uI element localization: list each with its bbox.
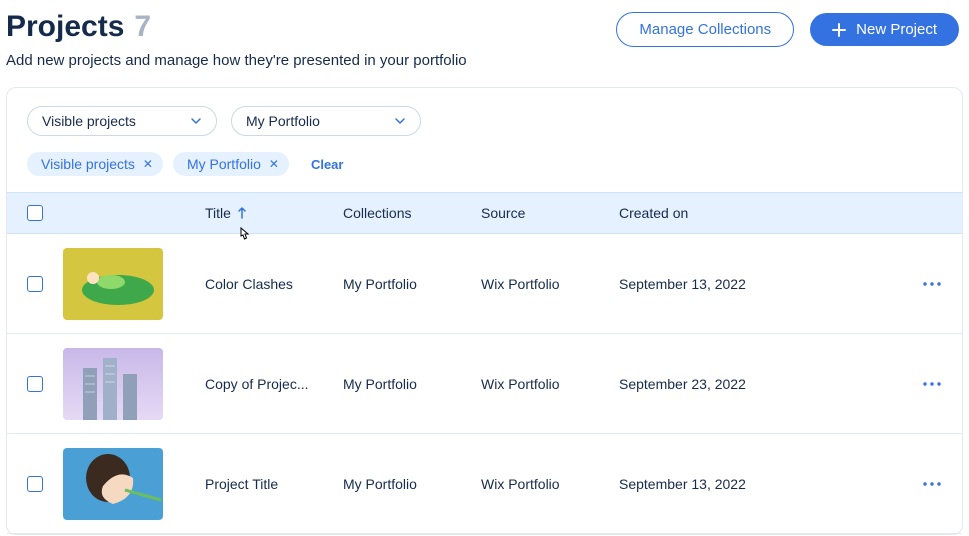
manage-collections-label: Manage Collections xyxy=(639,21,771,38)
column-header-collections[interactable]: Collections xyxy=(343,205,481,221)
filter-chip-label: Visible projects xyxy=(41,156,135,172)
active-filters-row: Visible projects ✕ My Portfolio ✕ Clear xyxy=(7,136,962,192)
project-thumbnail xyxy=(63,348,163,420)
cell-title: Color Clashes xyxy=(205,276,343,292)
row-select-cell xyxy=(7,376,63,392)
cell-source: Wix Portfolio xyxy=(481,376,619,392)
column-header-created-on[interactable]: Created on xyxy=(619,205,902,221)
row-select-cell xyxy=(7,276,63,292)
header-left: Projects 7 Add new projects and manage h… xyxy=(6,10,467,69)
sort-ascending-icon xyxy=(237,207,247,219)
table-row[interactable]: Project Title My Portfolio Wix Portfolio… xyxy=(7,434,962,534)
column-header-source[interactable]: Source xyxy=(481,205,619,221)
cell-source: Wix Portfolio xyxy=(481,476,619,492)
filter-visibility-dropdown[interactable]: Visible projects xyxy=(27,106,217,136)
cell-title: Project Title xyxy=(205,476,343,492)
close-icon[interactable]: ✕ xyxy=(143,157,153,171)
cell-created-on: September 23, 2022 xyxy=(619,376,902,392)
column-title-label: Title xyxy=(205,205,231,221)
header-actions: Manage Collections New Project xyxy=(616,10,959,47)
project-count: 7 xyxy=(134,10,151,44)
row-actions-button[interactable] xyxy=(902,281,962,287)
filter-visibility-value: Visible projects xyxy=(42,113,136,129)
row-select-cell xyxy=(7,476,63,492)
chevron-down-icon xyxy=(394,115,406,127)
new-project-label: New Project xyxy=(856,21,937,38)
select-all-cell xyxy=(7,205,63,221)
row-actions-button[interactable] xyxy=(902,381,962,387)
table-header: Title Collections Source Created on xyxy=(7,192,962,234)
filter-chip-label: My Portfolio xyxy=(187,156,261,172)
title-row: Projects 7 xyxy=(6,10,467,44)
page-header: Projects 7 Add new projects and manage h… xyxy=(0,0,969,69)
new-project-button[interactable]: New Project xyxy=(810,13,959,46)
select-all-checkbox[interactable] xyxy=(27,205,43,221)
row-checkbox[interactable] xyxy=(27,476,43,492)
cell-collections: My Portfolio xyxy=(343,276,481,292)
chevron-down-icon xyxy=(190,115,202,127)
manage-collections-button[interactable]: Manage Collections xyxy=(616,12,794,47)
plus-icon xyxy=(832,23,846,37)
page-title: Projects xyxy=(6,10,124,44)
page-subtitle: Add new projects and manage how they're … xyxy=(6,52,467,69)
thumbnail-cell xyxy=(63,448,205,520)
thumbnail-cell xyxy=(63,248,205,320)
cell-title: Copy of Projec... xyxy=(205,376,343,392)
row-actions-button[interactable] xyxy=(902,481,962,487)
filter-chip-collection[interactable]: My Portfolio ✕ xyxy=(173,152,289,176)
filter-chip-visibility[interactable]: Visible projects ✕ xyxy=(27,152,163,176)
cell-collections: My Portfolio xyxy=(343,376,481,392)
clear-filters-link[interactable]: Clear xyxy=(311,157,344,172)
cell-created-on: September 13, 2022 xyxy=(619,476,902,492)
row-checkbox[interactable] xyxy=(27,376,43,392)
project-thumbnail xyxy=(63,448,163,520)
cell-created-on: September 13, 2022 xyxy=(619,276,902,292)
filter-collection-value: My Portfolio xyxy=(246,113,320,129)
row-checkbox[interactable] xyxy=(27,276,43,292)
table-row[interactable]: Copy of Projec... My Portfolio Wix Portf… xyxy=(7,334,962,434)
cell-collections: My Portfolio xyxy=(343,476,481,492)
filters-row: Visible projects My Portfolio xyxy=(7,88,962,136)
project-thumbnail xyxy=(63,248,163,320)
cell-source: Wix Portfolio xyxy=(481,276,619,292)
projects-panel: Visible projects My Portfolio Visible pr… xyxy=(6,87,963,535)
filter-collection-dropdown[interactable]: My Portfolio xyxy=(231,106,421,136)
close-icon[interactable]: ✕ xyxy=(269,157,279,171)
table-row[interactable]: Color Clashes My Portfolio Wix Portfolio… xyxy=(7,234,962,334)
thumbnail-cell xyxy=(63,348,205,420)
column-header-title[interactable]: Title xyxy=(205,205,343,221)
